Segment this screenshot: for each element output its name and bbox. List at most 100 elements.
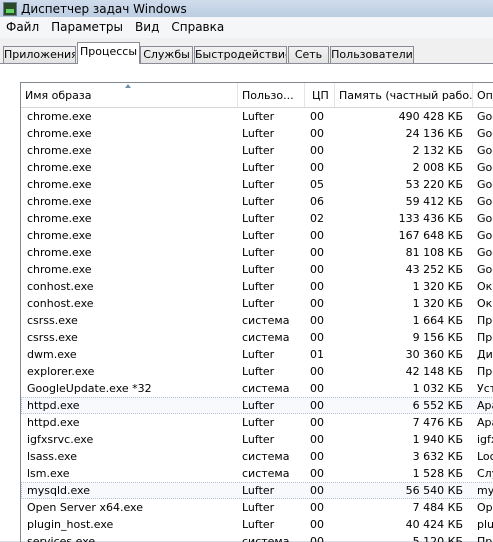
process-cpu: 00 — [310, 433, 324, 446]
process-description: mys — [477, 484, 493, 497]
process-memory: 2 008 КБ — [412, 161, 463, 174]
process-list[interactable]: Имя образа Пользо... ЦП Память (частный … — [20, 82, 493, 542]
process-user: система — [242, 314, 290, 327]
menu-options[interactable]: Параметры — [45, 17, 129, 38]
table-row[interactable]: chrome.exe Lufter 00 167 648 КБ Goo — [21, 227, 493, 244]
table-row[interactable]: explorer.exe Lufter 00 42 148 КБ Про — [21, 363, 493, 380]
process-memory: 1 320 КБ — [412, 297, 463, 310]
process-memory: 1 528 КБ — [412, 467, 463, 480]
table-row[interactable]: httpd.exe Lufter 00 6 552 КБ Apa — [21, 397, 493, 414]
table-row[interactable]: igfxsrvc.exe Lufter 00 1 940 КБ igfx — [21, 431, 493, 448]
column-description[interactable]: Опи — [473, 83, 493, 107]
process-description: Про — [477, 331, 493, 344]
table-row[interactable]: lsm.exe система 00 1 528 КБ Слу — [21, 465, 493, 482]
process-rows: chrome.exeLufter00490 428 КБGoo chrome.ex… — [21, 108, 493, 542]
table-row[interactable]: chrome.exe Lufter 02 133 436 КБ Goo — [21, 210, 493, 227]
process-cpu: 06 — [310, 195, 324, 208]
table-row[interactable]: chrome.exe Lufter 00 81 108 КБ Goo — [21, 244, 493, 261]
table-row[interactable]: conhost.exe Lufter 00 1 320 КБ Окн — [21, 278, 493, 295]
table-row[interactable]: conhost.exe Lufter 00 1 320 КБ Окн — [21, 295, 493, 312]
table-row[interactable]: lsass.exe система 00 3 632 КБ Loc — [21, 448, 493, 465]
table-row[interactable]: httpd.exe Lufter 00 7 476 КБ Apa — [21, 414, 493, 431]
column-user[interactable]: Пользо... — [238, 83, 305, 107]
process-cpu: 00 — [310, 450, 324, 463]
process-description: Goo — [477, 246, 493, 259]
process-description: Apa — [477, 399, 493, 412]
process-memory: 3 632 КБ — [412, 450, 463, 463]
process-cpu: 00 — [310, 399, 324, 412]
table-row[interactable]: Open Server x64.exe Lufter 00 7 484 КБ Ope — [21, 499, 493, 516]
process-user: Lufter — [242, 348, 275, 361]
tab-network[interactable]: Сеть — [288, 46, 329, 63]
column-name-label: Имя образа — [25, 89, 92, 102]
tab-services[interactable]: Службы — [140, 46, 193, 63]
process-name: csrss.exe — [27, 314, 78, 327]
process-user: Lufter — [242, 212, 275, 225]
window-title: Диспетчер задач Windows — [21, 1, 187, 16]
process-cpu: 00 — [310, 127, 324, 140]
process-name: csrss.exe — [27, 331, 78, 344]
tab-performance[interactable]: Быстродействие — [194, 46, 287, 63]
process-cpu: 00 — [310, 501, 324, 514]
menu-view[interactable]: Вид — [129, 17, 165, 38]
process-description: Ope — [477, 501, 493, 514]
table-row[interactable]: mysqld.exe Lufter 00 56 540 КБ mys — [21, 482, 493, 499]
process-cpu: 00 — [310, 144, 324, 157]
process-name: lsass.exe — [27, 450, 77, 463]
process-name: igfxsrvc.exe — [27, 433, 94, 446]
process-user: Lufter — [242, 246, 275, 259]
tab-processes[interactable]: Процессы — [77, 42, 140, 64]
table-row[interactable]: chrome.exe Lufter 00 43 252 КБ Goo — [21, 261, 493, 278]
table-row[interactable]: chrome.exe Lufter 06 59 412 КБ Goo — [21, 193, 493, 210]
table-row[interactable]: chrome.exe Lufter 05 53 220 КБ Goo — [21, 176, 493, 193]
table-row[interactable]: plugin_host.exe Lufter 00 40 424 КБ plu — [21, 516, 493, 533]
process-cpu: 05 — [310, 178, 324, 191]
process-name: chrome.exe — [27, 144, 92, 157]
process-cpu: 00 — [310, 467, 324, 480]
process-description: Goo — [477, 195, 493, 208]
column-memory[interactable]: Память (частный рабо... — [335, 83, 473, 107]
process-user: Lufter — [242, 127, 275, 140]
column-cpu[interactable]: ЦП — [305, 83, 335, 107]
table-row[interactable]: GoogleUpdate.exe *32 система 00 1 032 КБ Уст — [21, 380, 493, 397]
tab-users[interactable]: Пользователи — [330, 46, 414, 63]
process-memory: 53 220 КБ — [405, 178, 463, 191]
process-cpu: 00 — [310, 518, 324, 531]
process-name: chrome.exe — [27, 263, 92, 276]
process-user: Lufter — [242, 144, 275, 157]
process-description: Goo — [477, 212, 493, 225]
process-description: Про — [477, 314, 493, 327]
process-memory: 133 436 КБ — [398, 212, 463, 225]
process-user: Lufter — [242, 195, 275, 208]
process-user: Lufter — [242, 263, 275, 276]
process-description: Окн — [477, 280, 493, 293]
table-row[interactable]: dwm.exe Lufter 01 30 360 КБ Дис — [21, 346, 493, 363]
process-name: dwm.exe — [27, 348, 77, 361]
process-cpu: 00 — [310, 365, 324, 378]
process-memory: 1 320 КБ — [412, 280, 463, 293]
process-description: Goo — [477, 144, 493, 157]
process-cpu: 00 — [310, 484, 324, 497]
process-user: Lufter — [242, 161, 275, 174]
table-row[interactable]: chrome.exe Lufter 00 2 132 КБ Goo — [21, 142, 493, 159]
process-description: Apa — [477, 416, 493, 429]
process-description: igfx — [477, 433, 493, 446]
table-row[interactable]: csrss.exe система 00 9 156 КБ Про — [21, 329, 493, 346]
tab-applications[interactable]: Приложения — [3, 46, 76, 63]
process-name: lsm.exe — [27, 467, 70, 480]
process-memory: 9 156 КБ — [412, 331, 463, 344]
menu-file[interactable]: Файл — [0, 17, 45, 38]
process-memory: 1 940 КБ — [412, 433, 463, 446]
table-row[interactable]: chrome.exe Lufter 00 24 136 КБ Goo — [21, 125, 493, 142]
process-name: chrome.exe — [27, 212, 92, 225]
process-description: Goo — [477, 127, 493, 140]
processes-panel: Имя образа Пользо... ЦП Память (частный … — [0, 64, 493, 542]
table-row[interactable]: chrome.exe Lufter 00 2 008 КБ Goo — [21, 159, 493, 176]
process-memory: 40 424 КБ — [405, 518, 463, 531]
process-description: Уст — [477, 382, 493, 395]
task-manager-icon — [3, 1, 17, 16]
table-row[interactable]: chrome.exe Lufter 00 490 428 КБ Goo — [21, 108, 493, 125]
column-name[interactable]: Имя образа — [21, 83, 238, 107]
table-row[interactable]: csrss.exe система 00 1 664 КБ Про — [21, 312, 493, 329]
menu-help[interactable]: Справка — [165, 17, 230, 38]
